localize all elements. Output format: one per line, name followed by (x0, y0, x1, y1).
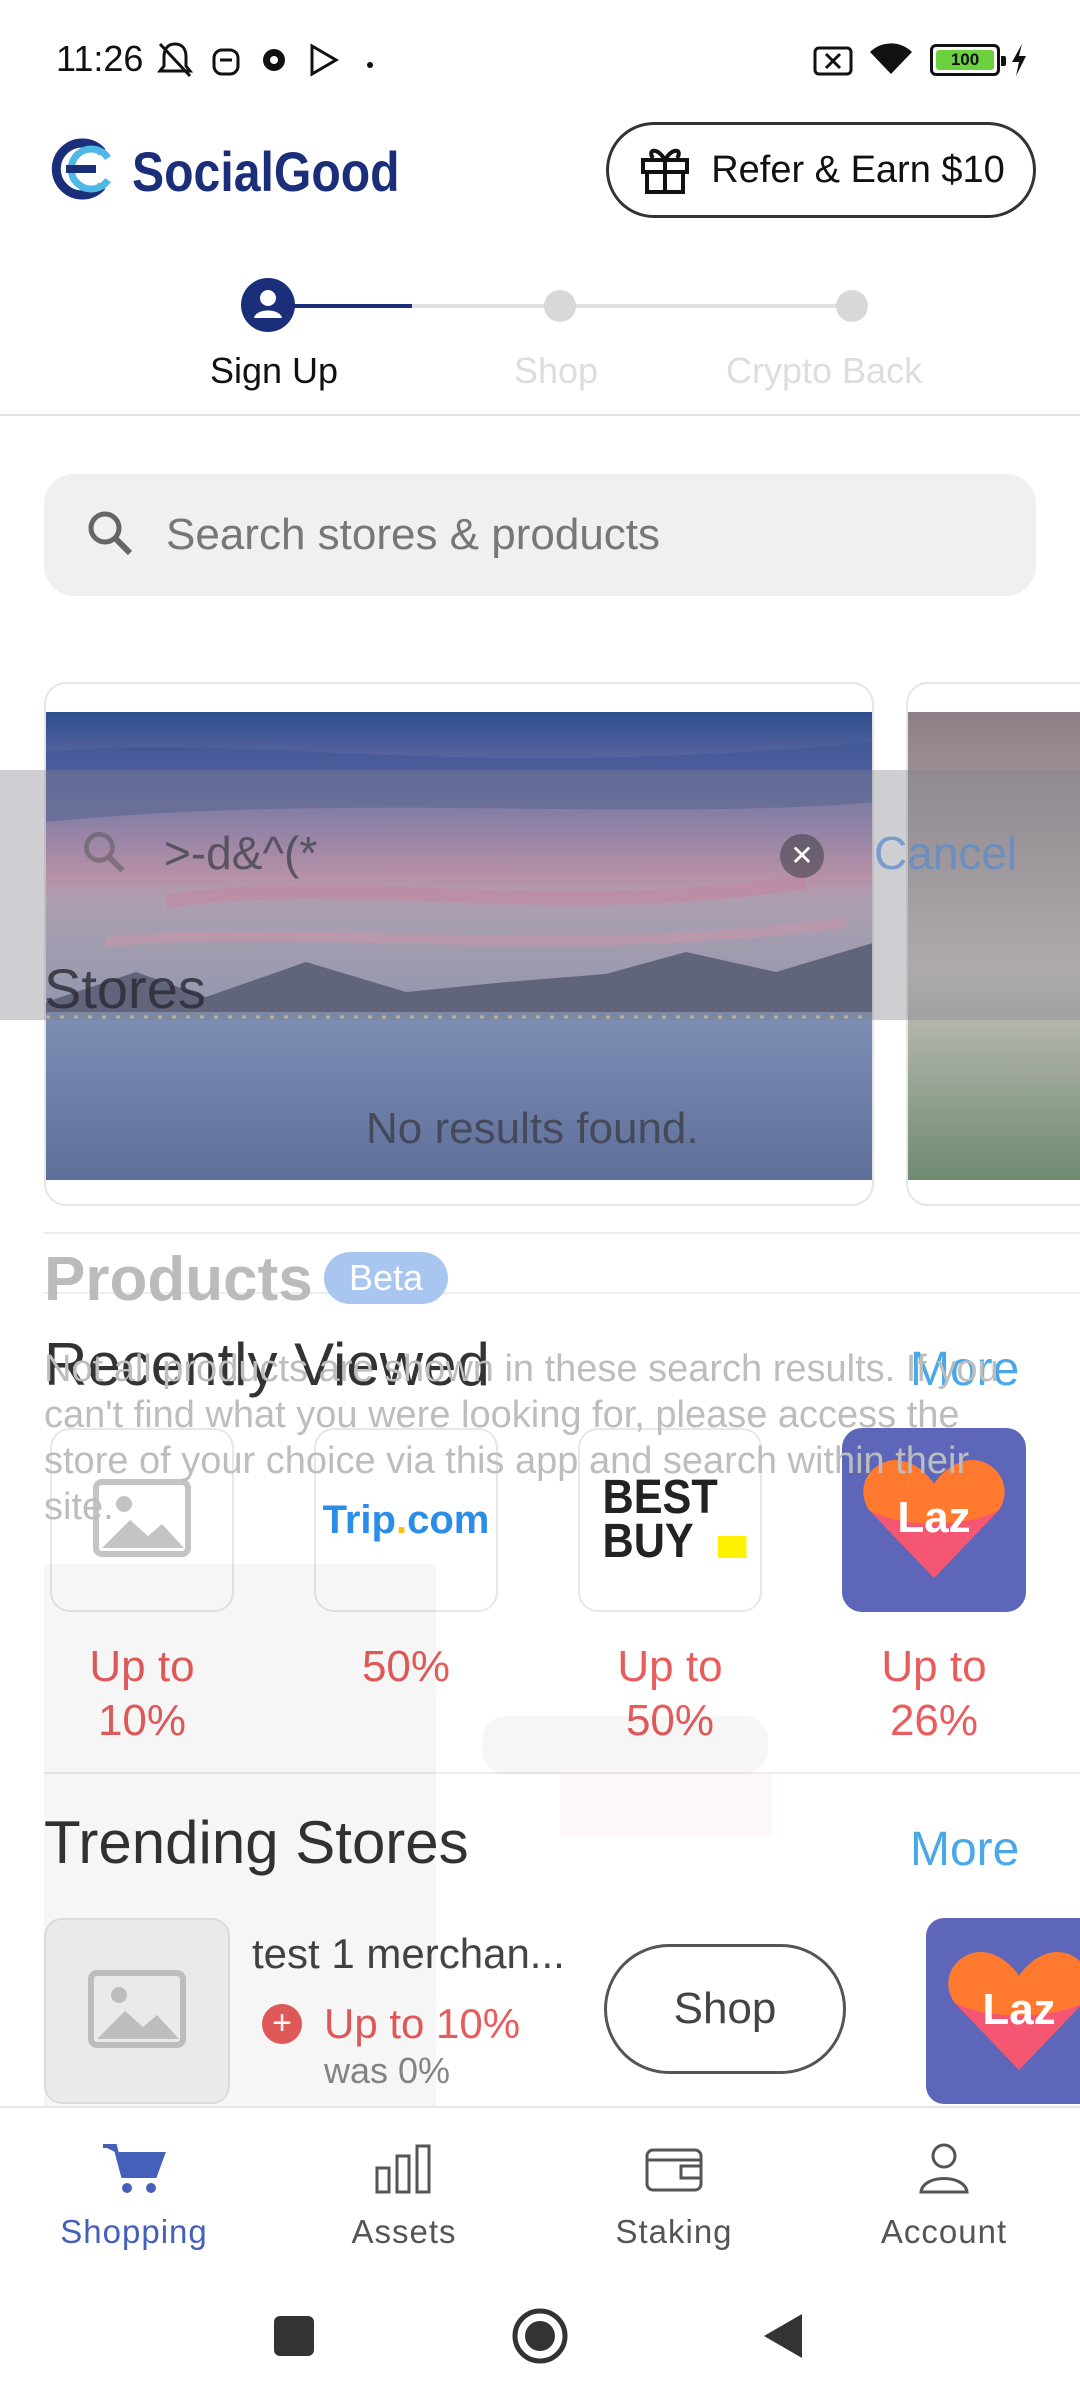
bestbuy-logo: BEST BUY (603, 1474, 747, 1566)
nav-staking[interactable]: Staking (574, 2138, 774, 2251)
dot-icon (366, 56, 374, 74)
socialgood-logo-icon (42, 138, 114, 205)
gift-icon (637, 140, 693, 201)
home-circle-icon[interactable] (510, 2306, 570, 2371)
cart-icon (99, 2144, 169, 2202)
recently-viewed-title: Recently Viewed (44, 1331, 490, 1398)
trending-store-name[interactable]: test 1 merchan... (252, 1930, 565, 1978)
promo-banner-card[interactable] (44, 682, 874, 1206)
recent-store-tile-trip[interactable]: Trip.com (314, 1428, 498, 1612)
person-icon (909, 2143, 979, 2202)
step-label-shop: Shop (514, 350, 599, 391)
status-time: 11:26 (56, 38, 144, 79)
svg-text:Laz: Laz (982, 1985, 1055, 2034)
image-placeholder-icon (92, 1478, 192, 1563)
shop-button[interactable]: Shop (604, 1944, 846, 2074)
muted-bell-icon (156, 40, 194, 85)
plus-circle-icon: + (262, 2004, 302, 2044)
status-bar: 11:26 100 (0, 0, 1080, 120)
recently-viewed-more-link[interactable]: More (910, 1342, 1019, 1397)
step-label-crypto-back: Crypto Back (726, 350, 923, 391)
bottom-navigation: Shopping Assets Staking Account (0, 2106, 1080, 2270)
wallet-icon (639, 2148, 709, 2202)
trending-stores-title: Trending Stores (44, 1809, 469, 1876)
settings-gear-icon (256, 40, 292, 85)
recents-square-icon[interactable] (272, 2314, 316, 2363)
lazada-heart-logo: Laz (859, 1448, 1009, 1593)
recent-offer: Up to 50% (617, 1642, 723, 1745)
recent-store-tile-laz[interactable]: Laz (842, 1428, 1026, 1612)
nav-shopping[interactable]: Shopping (34, 2138, 234, 2251)
recent-offer: 50% (361, 1642, 451, 1691)
refer-earn-button[interactable]: Refer & Earn $10 (606, 122, 1036, 218)
step-label-signup: Sign Up (210, 350, 339, 391)
search-icon (82, 505, 138, 566)
beta-badge: Beta (324, 1252, 448, 1304)
nav-account[interactable]: Account (844, 2138, 1044, 2251)
charging-bolt-icon (1008, 40, 1030, 85)
recent-offer: Up to 26% (881, 1642, 987, 1745)
promo-banner-card-next[interactable] (906, 682, 1080, 1206)
recent-store-tile-bestbuy[interactable]: BEST BUY (578, 1428, 762, 1612)
brand-logo: SocialGood (42, 138, 443, 205)
search-placeholder: Search stores & products (166, 510, 661, 559)
step-signup-dot (241, 278, 295, 332)
system-navigation-bar (0, 2270, 1080, 2400)
trending-store-laz-tile[interactable]: Laz (926, 1918, 1080, 2104)
image-placeholder-icon (87, 1969, 187, 2054)
recent-store-tile[interactable] (50, 1428, 234, 1612)
back-triangle-icon[interactable] (760, 2310, 806, 2367)
lazada-heart-logo: Laz (944, 1940, 1080, 2085)
brand-name: SocialGood (132, 140, 400, 203)
nav-assets[interactable]: Assets (304, 2138, 504, 2251)
recent-offer: Up to 10% (89, 1642, 195, 1745)
search-input[interactable]: Search stores & products (44, 474, 1036, 596)
step-shop-dot (544, 290, 576, 322)
onboarding-stepper: Sign Up Shop Crypto Back (0, 270, 1080, 416)
trip-com-logo: Trip.com (322, 1497, 490, 1542)
bar-chart-icon (369, 2144, 439, 2202)
step-crypto-dot (836, 290, 868, 322)
sunset-lake-banner-image (46, 712, 872, 1180)
battery-indicator: 100 (930, 44, 1006, 76)
trending-store-offer: + Up to 10% (262, 2000, 520, 2048)
no-sim-icon (812, 40, 854, 85)
bot-icon (210, 40, 242, 85)
trending-store-was: was 0% (324, 2050, 451, 2091)
refer-earn-label: Refer & Earn $10 (711, 148, 1005, 191)
wifi-icon (866, 40, 916, 85)
trending-stores-more-link[interactable]: More (910, 1822, 1019, 1877)
trending-store-thumbnail[interactable] (44, 1918, 230, 2104)
svg-text:Laz: Laz (897, 1493, 970, 1542)
overlay-products-title: Products (44, 1245, 313, 1314)
tennis-banner-image (908, 712, 1080, 1180)
play-store-icon (306, 40, 340, 85)
